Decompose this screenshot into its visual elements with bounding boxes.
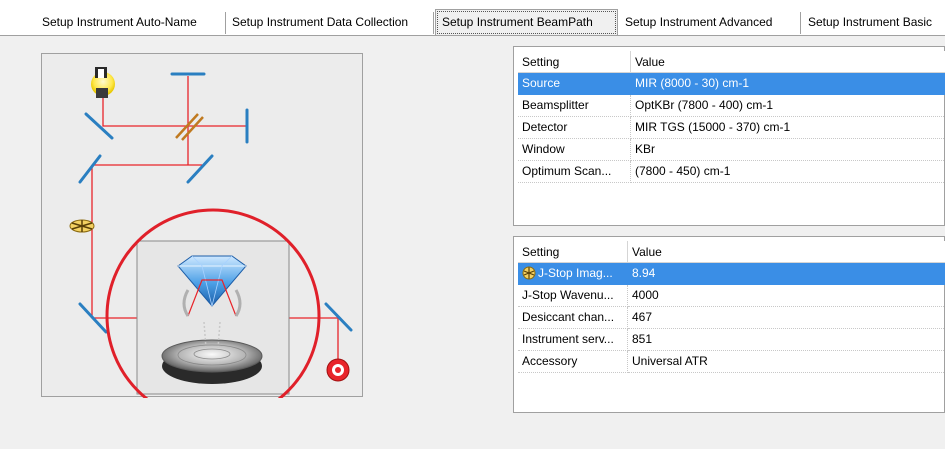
column-header-value[interactable]: Value xyxy=(631,51,945,73)
j-stop-aperture-icon xyxy=(69,219,95,233)
grid-row-j-stop-wavenumber[interactable]: J-Stop Wavenu... 4000 xyxy=(518,285,945,307)
source-lamp-icon xyxy=(91,67,115,98)
optics-settings-grid: Setting Value Source MIR (8000 - 30) cm-… xyxy=(513,46,945,226)
grid-row-accessory[interactable]: Accessory Universal ATR xyxy=(518,351,945,373)
value-cell[interactable]: MIR (8000 - 30) cm-1 xyxy=(631,73,945,95)
setting-cell: Detector xyxy=(518,117,631,139)
value-cell[interactable]: 8.94 xyxy=(628,263,945,285)
setting-cell: Window xyxy=(518,139,631,161)
setting-cell: Optimum Scan... xyxy=(518,161,631,183)
tab-advanced[interactable]: Setup Instrument Advanced xyxy=(619,12,801,34)
tab-basic[interactable]: Setup Instrument Basic xyxy=(802,12,945,34)
column-header-setting[interactable]: Setting xyxy=(518,51,631,73)
grid-row-optimum-scan[interactable]: Optimum Scan... (7800 - 450) cm-1 xyxy=(518,161,945,183)
tab-beampath[interactable]: Setup Instrument BeamPath xyxy=(435,9,618,36)
value-cell[interactable]: 4000 xyxy=(628,285,945,307)
value-cell[interactable]: MIR TGS (15000 - 370) cm-1 xyxy=(631,117,945,139)
grid-row-desiccant[interactable]: Desiccant chan... 467 xyxy=(518,307,945,329)
tab-strip: Setup Instrument Auto-Name Setup Instrum… xyxy=(0,0,945,36)
setting-cell: J-Stop Wavenu... xyxy=(518,285,628,307)
grid-row-instrument-service[interactable]: Instrument serv... 851 xyxy=(518,329,945,351)
setting-cell: Source xyxy=(518,73,631,95)
column-header-value[interactable]: Value xyxy=(628,241,945,263)
grid-row-source[interactable]: Source MIR (8000 - 30) cm-1 xyxy=(518,73,945,95)
status-settings-grid: Setting Value J-Stop Imag... 8.94 J-Stop… xyxy=(513,236,945,413)
beamsplitter-icon xyxy=(175,113,204,141)
grid-row-window[interactable]: Window KBr xyxy=(518,139,945,161)
grid-row-detector[interactable]: Detector MIR TGS (15000 - 370) cm-1 xyxy=(518,117,945,139)
value-cell[interactable]: 467 xyxy=(628,307,945,329)
setting-cell: Accessory xyxy=(518,351,628,373)
value-cell[interactable]: (7800 - 450) cm-1 xyxy=(631,161,945,183)
detector-icon xyxy=(326,358,350,382)
j-stop-icon xyxy=(522,266,536,280)
setting-cell: Beamsplitter xyxy=(518,95,631,117)
grid-row-beamsplitter[interactable]: Beamsplitter OptKBr (7800 - 400) cm-1 xyxy=(518,95,945,117)
beampath-diagram xyxy=(41,53,363,398)
column-header-setting[interactable]: Setting xyxy=(518,241,628,263)
setting-label: J-Stop Imag... xyxy=(538,266,613,280)
tab-auto-name[interactable]: Setup Instrument Auto-Name xyxy=(36,12,226,34)
grid-header: Setting Value xyxy=(518,51,945,73)
setting-cell: J-Stop Imag... xyxy=(518,263,628,285)
value-cell[interactable]: KBr xyxy=(631,139,945,161)
grid-header: Setting Value xyxy=(518,241,945,263)
tab-data-collection[interactable]: Setup Instrument Data Collection xyxy=(226,12,434,34)
setting-cell: Instrument serv... xyxy=(518,329,628,351)
grid-row-j-stop-image[interactable]: J-Stop Imag... 8.94 xyxy=(518,263,945,285)
setting-cell: Desiccant chan... xyxy=(518,307,628,329)
value-cell[interactable]: OptKBr (7800 - 400) cm-1 xyxy=(631,95,945,117)
value-cell[interactable]: 851 xyxy=(628,329,945,351)
value-cell[interactable]: Universal ATR xyxy=(628,351,945,373)
